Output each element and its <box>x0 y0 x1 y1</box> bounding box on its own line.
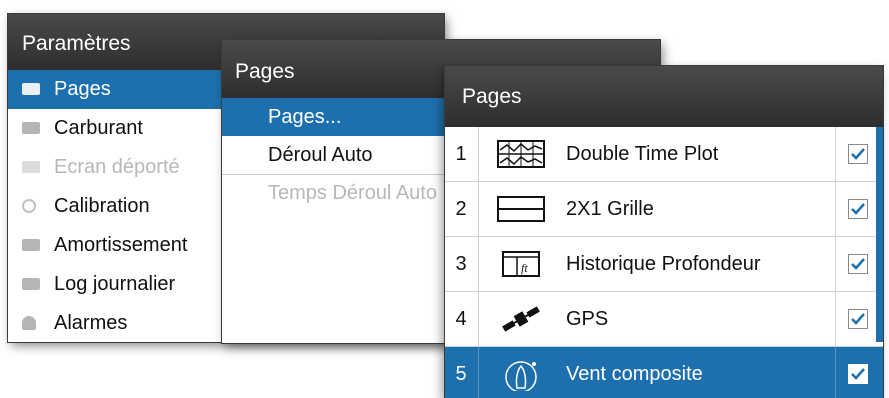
checkmark-icon <box>851 203 865 215</box>
settings-item-label: Alarmes <box>54 312 128 334</box>
alarm-bell-icon <box>22 316 36 330</box>
fuel-icon <box>22 122 40 134</box>
page-row-3[interactable]: 3 ft Historique Profondeur <box>445 237 883 292</box>
page-enabled-checkbox[interactable] <box>848 364 868 384</box>
settings-item-label: Carburant <box>54 117 143 139</box>
page-row-2[interactable]: 2 2X1 Grille <box>445 182 883 237</box>
settings-item-label: Calibration <box>54 195 150 217</box>
settings-item-label: Ecran déporté <box>54 156 180 178</box>
scrollbar[interactable] <box>876 127 883 342</box>
boat-wind-icon <box>505 361 537 391</box>
pages-icon <box>22 83 40 95</box>
calibration-icon <box>22 199 36 213</box>
grid-2x1-icon <box>497 196 545 222</box>
checkmark-icon <box>851 258 865 270</box>
double-time-plot-icon <box>497 140 545 168</box>
page-enabled-checkbox[interactable] <box>848 254 868 274</box>
checkmark-icon <box>851 313 865 325</box>
settings-item-label: Log journalier <box>54 273 176 295</box>
pages-list-title: Pages <box>445 66 883 127</box>
page-number: 2 <box>455 197 467 220</box>
depth-unit-text: ft <box>521 261 528 275</box>
page-enabled-checkbox[interactable] <box>848 144 868 164</box>
page-number: 4 <box>455 307 467 330</box>
settings-item-label: Amortissement <box>54 234 188 256</box>
settings-item-label: Pages <box>54 78 111 100</box>
page-number: 1 <box>455 142 467 165</box>
page-label: GPS <box>566 307 609 330</box>
page-label: Vent composite <box>566 363 703 385</box>
satellite-icon <box>502 306 540 332</box>
page-row-1[interactable]: 1 Double Time Plot <box>445 127 883 182</box>
remote-display-icon <box>22 161 40 173</box>
page-label: 2X1 Grille <box>566 197 654 220</box>
pages-list-panel: Pages 1 Double Time Plot 2 2X1 Grille 3 … <box>445 66 883 398</box>
page-label: Double Time Plot <box>566 142 719 165</box>
damping-icon <box>22 239 40 251</box>
log-icon <box>22 278 40 290</box>
page-enabled-checkbox[interactable] <box>848 309 868 329</box>
page-row-5[interactable]: 5 Vent composite <box>445 347 883 398</box>
page-number: 3 <box>455 252 467 275</box>
page-row-4[interactable]: 4 GPS <box>445 292 883 347</box>
page-enabled-checkbox[interactable] <box>848 199 868 219</box>
checkmark-icon <box>851 148 865 160</box>
depth-history-icon: ft <box>502 251 540 277</box>
page-number: 5 <box>455 363 467 385</box>
checkmark-icon <box>851 368 865 380</box>
page-label: Historique Profondeur <box>566 252 761 275</box>
